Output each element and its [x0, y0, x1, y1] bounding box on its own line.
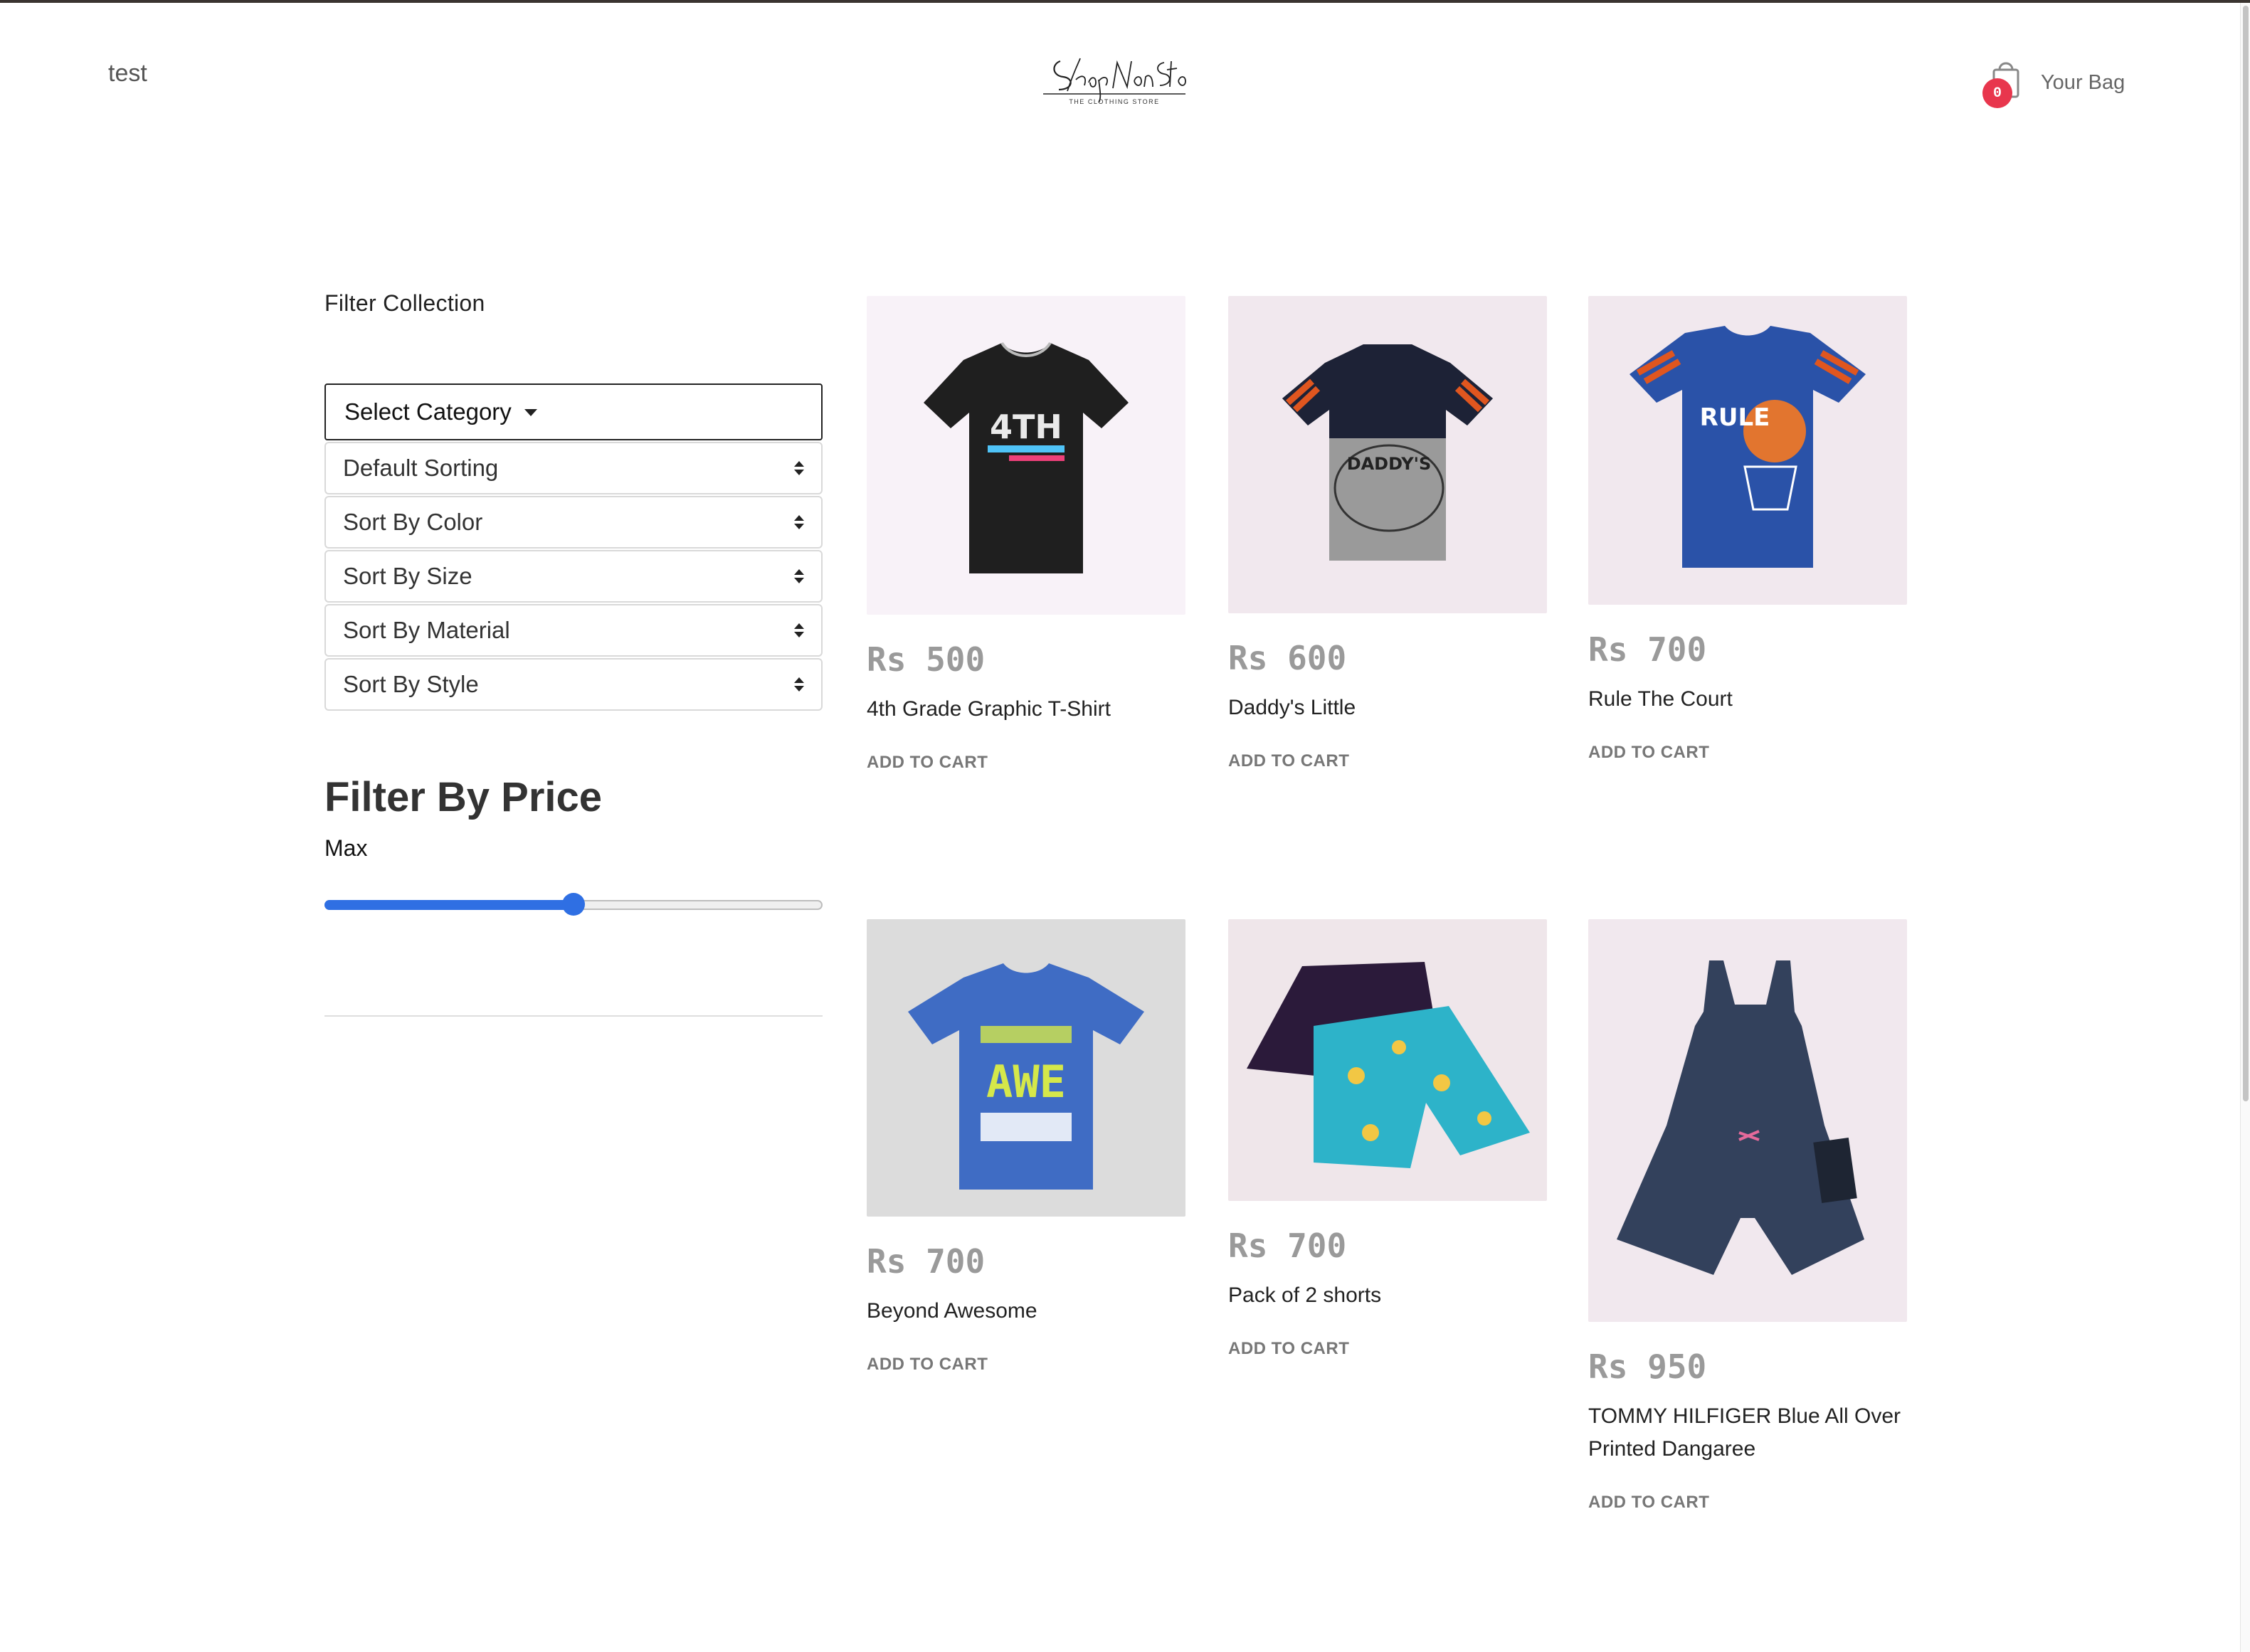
product-name[interactable]: Rule The Court [1588, 683, 1907, 716]
bag-label: Your Bag [2041, 70, 2125, 94]
add-to-cart-button[interactable]: ADD TO CART [867, 753, 1185, 773]
select-arrows-icon [794, 461, 804, 475]
sort-size-label: Sort By Size [343, 563, 472, 589]
filter-sidebar: Filter Collection Select Category Defaul… [324, 290, 823, 1017]
product-price: Rs 500 [867, 640, 986, 679]
user-name[interactable]: test [108, 60, 147, 88]
add-to-cart-button[interactable]: ADD TO CART [1228, 751, 1547, 771]
add-to-cart-button[interactable]: ADD TO CART [1228, 1339, 1547, 1359]
filter-title: Filter Collection [324, 290, 485, 316]
sort-color-label: Sort By Color [343, 509, 483, 535]
logo-subtitle: THE CLOTHING STORE [1069, 98, 1159, 105]
sort-default-select[interactable]: Default Sorting [324, 442, 823, 494]
sort-color-select[interactable]: Sort By Color [324, 496, 823, 549]
scrollbar-thumb[interactable] [2243, 6, 2249, 1101]
select-category-dropdown[interactable]: Select Category [324, 383, 823, 440]
product-price: Rs 950 [1588, 1347, 1707, 1386]
product-image[interactable]: AWE [867, 919, 1185, 1217]
sort-size-select[interactable]: Sort By Size [324, 550, 823, 603]
bag-button[interactable]: 0 Your Bag [1982, 58, 2125, 108]
add-to-cart-button[interactable]: ADD TO CART [1588, 1493, 1907, 1513]
product-name[interactable]: Beyond Awesome [867, 1295, 1185, 1328]
sort-default-label: Default Sorting [343, 455, 499, 481]
product-name[interactable]: TOMMY HILFIGER Blue All Over Printed Dan… [1588, 1400, 1907, 1466]
product-card[interactable]: 4TH Rs 500 4th Grade Graphic T-Shirt ADD… [867, 296, 1185, 773]
store-logo[interactable]: THE CLOTHING STORE [1039, 48, 1188, 108]
bag-icon: 0 [1982, 58, 2025, 108]
sort-style-label: Sort By Style [343, 671, 479, 697]
tshirt-graphic-text: RULE [1700, 403, 1770, 432]
product-card[interactable]: RULE Rs 700 Rule The Court ADD TO CART [1588, 296, 1907, 763]
select-category-label: Select Category [344, 398, 512, 425]
product-name[interactable]: Pack of 2 shorts [1228, 1279, 1547, 1312]
product-price: Rs 700 [1228, 1227, 1347, 1265]
tshirt-graphic-text: AWE [986, 1056, 1066, 1108]
page-scrollbar[interactable] [2240, 3, 2250, 1652]
product-card[interactable]: Rs 950 TOMMY HILFIGER Blue All Over Prin… [1588, 919, 1907, 1513]
chevron-down-icon [524, 409, 537, 416]
tshirt-graphic-text: DADDY'S [1347, 454, 1432, 474]
sidebar-divider [324, 1015, 823, 1017]
product-price: Rs 700 [867, 1242, 986, 1281]
sort-style-select[interactable]: Sort By Style [324, 658, 823, 711]
product-name[interactable]: 4th Grade Graphic T-Shirt [867, 693, 1185, 726]
price-slider[interactable] [324, 893, 823, 916]
product-image[interactable]: RULE [1588, 296, 1907, 605]
product-image[interactable]: DADDY'S [1228, 296, 1547, 613]
sort-material-label: Sort By Material [343, 617, 510, 643]
sort-material-select[interactable]: Sort By Material [324, 604, 823, 657]
add-to-cart-button[interactable]: ADD TO CART [867, 1355, 1185, 1375]
product-image[interactable] [1228, 919, 1547, 1201]
page: test THE CLOTHING STORE 0 Your Bag Filte… [0, 0, 2250, 1652]
slider-thumb[interactable] [562, 893, 585, 916]
add-to-cart-button[interactable]: ADD TO CART [1588, 743, 1907, 763]
select-arrows-icon [794, 677, 804, 692]
product-name[interactable]: Daddy's Little [1228, 692, 1547, 724]
tshirt-graphic-text: 4TH [990, 408, 1062, 446]
product-price: Rs 600 [1228, 639, 1347, 677]
product-image[interactable]: 4TH [867, 296, 1185, 615]
price-max-label: Max [324, 835, 368, 861]
product-card[interactable]: AWE Rs 700 Beyond Awesome ADD TO CART [867, 919, 1185, 1375]
bag-count-badge: 0 [1982, 78, 2012, 108]
select-arrows-icon [794, 515, 804, 529]
price-filter-heading: Filter By Price [324, 774, 603, 820]
product-price: Rs 700 [1588, 630, 1707, 669]
product-card[interactable]: Rs 700 Pack of 2 shorts ADD TO CART [1228, 919, 1547, 1359]
slider-fill [324, 900, 574, 910]
select-arrows-icon [794, 623, 804, 637]
select-arrows-icon [794, 569, 804, 583]
product-card[interactable]: DADDY'S Rs 600 Daddy's Little ADD TO CAR… [1228, 296, 1547, 771]
product-image[interactable] [1588, 919, 1907, 1322]
